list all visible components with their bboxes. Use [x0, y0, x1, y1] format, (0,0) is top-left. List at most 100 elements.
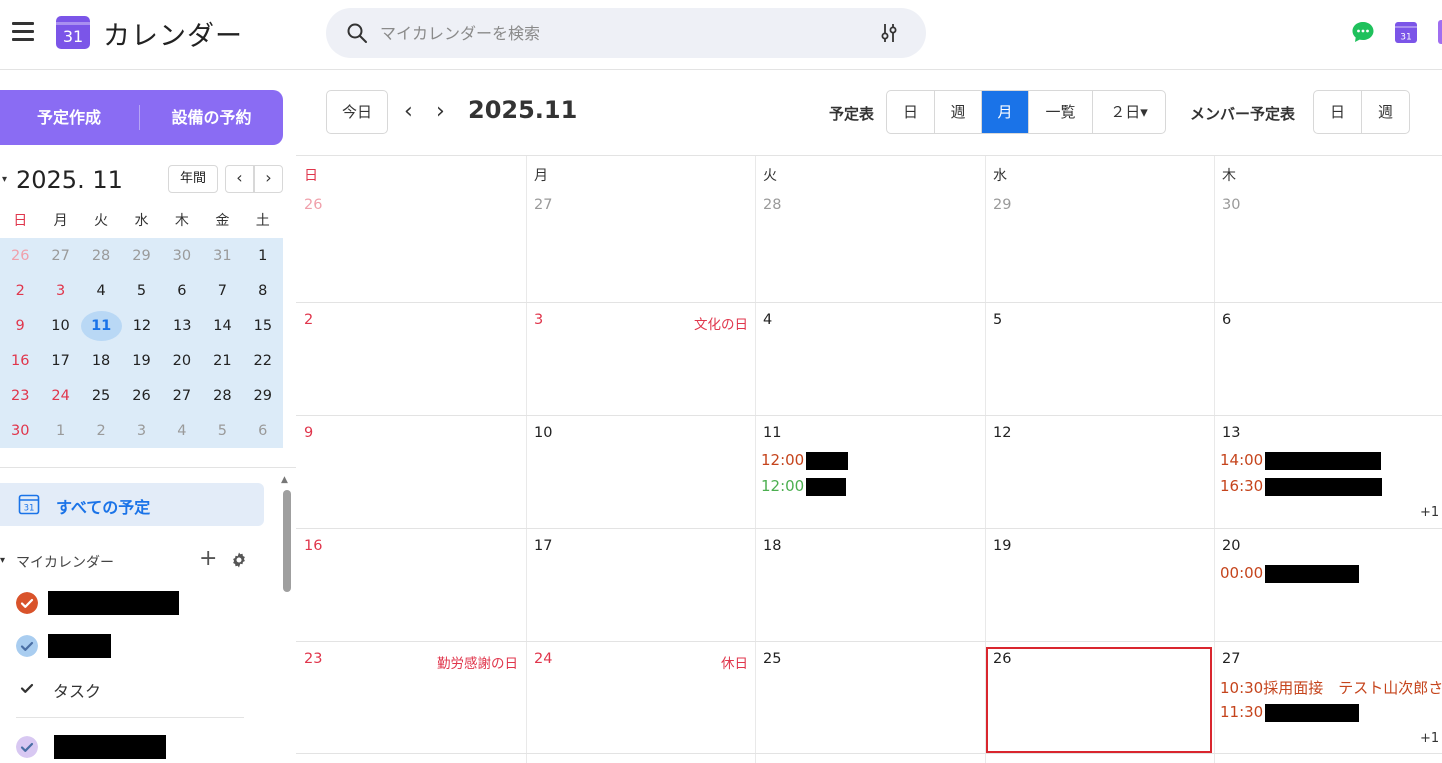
- next-month-icon[interactable]: ›: [436, 99, 445, 124]
- event-item[interactable]: 14:00: [1220, 451, 1381, 471]
- day-cell[interactable]: [296, 302, 526, 415]
- mini-day[interactable]: 4: [81, 283, 121, 299]
- mini-day[interactable]: 3: [121, 423, 161, 439]
- today-button[interactable]: 今日: [326, 90, 388, 134]
- calendar-list-item[interactable]: [16, 634, 286, 660]
- gear-icon[interactable]: [230, 551, 248, 569]
- event-item[interactable]: 10:30 採用面接 テスト山次郎さ: [1220, 677, 1442, 697]
- prev-month-icon[interactable]: ‹: [404, 99, 413, 124]
- mini-day[interactable]: 30: [162, 248, 202, 264]
- mini-day[interactable]: 26: [0, 248, 40, 264]
- search-input[interactable]: [380, 20, 860, 46]
- all-events-item[interactable]: 31 すべての予定: [0, 483, 264, 526]
- mini-day[interactable]: 12: [122, 318, 162, 334]
- day-cell[interactable]: [1214, 528, 1442, 641]
- mini-day[interactable]: 31: [202, 248, 242, 264]
- mini-day[interactable]: 28: [202, 388, 242, 404]
- mini-day[interactable]: 8: [243, 283, 283, 299]
- mini-day[interactable]: 16: [0, 353, 40, 369]
- checkmark-icon[interactable]: [16, 635, 38, 657]
- mini-day[interactable]: 2: [81, 423, 121, 439]
- sidebar-scrollbar[interactable]: [283, 490, 291, 592]
- mini-day[interactable]: 22: [243, 353, 283, 369]
- create-event-button[interactable]: 予定作成: [0, 90, 138, 145]
- mini-day[interactable]: 1: [40, 423, 80, 439]
- chat-icon[interactable]: [1351, 20, 1375, 44]
- scroll-up-arrow-icon[interactable]: ▲: [281, 475, 288, 485]
- mini-day[interactable]: 13: [162, 318, 202, 334]
- mini-day[interactable]: 18: [81, 353, 121, 369]
- view-option-3[interactable]: 一覧: [1029, 91, 1093, 133]
- mini-day[interactable]: 9: [0, 318, 40, 334]
- day-cell[interactable]: [755, 302, 985, 415]
- add-calendar-icon[interactable]: +: [199, 548, 217, 570]
- more-events-link[interactable]: +1: [1420, 505, 1439, 520]
- mini-day[interactable]: 3: [40, 283, 80, 299]
- calendar-list-item[interactable]: タスク: [16, 676, 286, 702]
- mini-day[interactable]: 15: [243, 318, 283, 334]
- mini-day[interactable]: 26: [121, 388, 161, 404]
- mini-day[interactable]: 1: [243, 248, 283, 264]
- mini-day[interactable]: 10: [40, 318, 80, 334]
- day-cell[interactable]: [296, 156, 526, 302]
- day-cell[interactable]: [526, 156, 756, 302]
- mini-day[interactable]: 19: [121, 353, 161, 369]
- mini-day[interactable]: 23: [0, 388, 40, 404]
- day-cell[interactable]: [755, 641, 985, 753]
- mini-day[interactable]: 21: [202, 353, 242, 369]
- mini-day[interactable]: 6: [243, 423, 283, 439]
- mini-day[interactable]: 4: [162, 423, 202, 439]
- day-cell[interactable]: [755, 156, 985, 302]
- day-cell[interactable]: [985, 415, 1215, 528]
- checkmark-icon[interactable]: [16, 592, 38, 614]
- calendar-list-item[interactable]: [16, 735, 286, 761]
- mini-day[interactable]: 5: [202, 423, 242, 439]
- year-view-button[interactable]: 年間: [168, 165, 218, 193]
- collapse-caret-icon[interactable]: ▾: [0, 555, 5, 566]
- mini-day[interactable]: 17: [40, 353, 80, 369]
- event-item[interactable]: 00:00: [1220, 564, 1359, 584]
- view-option-1[interactable]: 週: [1362, 91, 1409, 133]
- checkmark-icon[interactable]: [16, 677, 38, 699]
- mini-day[interactable]: 5: [121, 283, 161, 299]
- mini-day[interactable]: 11: [80, 310, 122, 341]
- more-events-link[interactable]: +1: [1420, 731, 1439, 746]
- mini-day[interactable]: 27: [162, 388, 202, 404]
- checkmark-icon[interactable]: [16, 736, 38, 758]
- mini-day[interactable]: 28: [81, 248, 121, 264]
- view-option-0[interactable]: 日: [1314, 91, 1362, 133]
- view-option-2[interactable]: 月: [982, 91, 1029, 133]
- day-cell[interactable]: [1214, 415, 1442, 528]
- day-cell[interactable]: [755, 528, 985, 641]
- collapse-caret-icon[interactable]: ▾: [2, 174, 7, 185]
- event-item[interactable]: 12:00: [761, 451, 848, 471]
- mini-day[interactable]: 30: [0, 423, 40, 439]
- mini-day[interactable]: 29: [243, 388, 283, 404]
- day-cell[interactable]: [1214, 302, 1442, 415]
- day-cell[interactable]: [526, 415, 756, 528]
- mini-day[interactable]: 6: [162, 283, 202, 299]
- mini-today-marker[interactable]: 11: [80, 310, 122, 341]
- event-item[interactable]: 16:30: [1220, 477, 1382, 497]
- event-item[interactable]: 11:30: [1220, 703, 1359, 723]
- app-switcher-icon[interactable]: [1438, 20, 1442, 44]
- day-cell[interactable]: [985, 528, 1215, 641]
- calendar-app-icon[interactable]: 31: [1394, 20, 1418, 44]
- facility-reservation-button[interactable]: 設備の予約: [140, 90, 283, 145]
- event-item[interactable]: 12:00: [761, 477, 846, 497]
- mini-day[interactable]: 20: [162, 353, 202, 369]
- mini-day[interactable]: 2: [0, 283, 40, 299]
- day-cell[interactable]: [985, 302, 1215, 415]
- mini-day[interactable]: 7: [202, 283, 242, 299]
- mini-next-month-button[interactable]: ›: [254, 165, 283, 193]
- mini-day[interactable]: 27: [40, 248, 80, 264]
- day-cell[interactable]: [296, 528, 526, 641]
- day-cell[interactable]: [755, 415, 985, 528]
- view-option-1[interactable]: 週: [935, 91, 982, 133]
- mini-day[interactable]: 24: [40, 388, 80, 404]
- day-cell[interactable]: [985, 156, 1215, 302]
- mini-day[interactable]: 25: [81, 388, 121, 404]
- day-cell[interactable]: [1214, 156, 1442, 302]
- today-highlight[interactable]: [986, 647, 1212, 753]
- hamburger-menu-icon[interactable]: [12, 22, 34, 41]
